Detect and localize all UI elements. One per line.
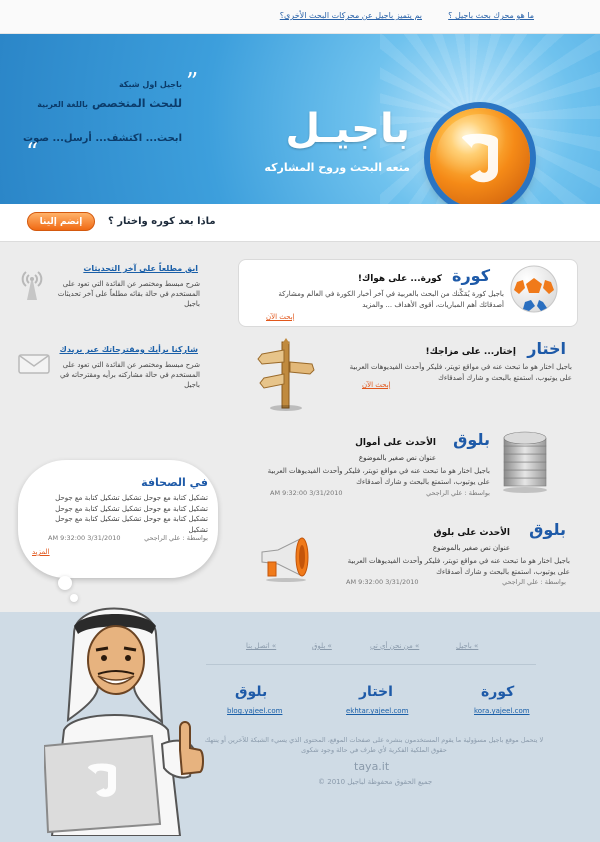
footer-ekhtar-url[interactable]: ekhtar.yajeel.com bbox=[346, 707, 408, 715]
blog2-date: AM 9:32:00 3/31/2010 bbox=[346, 578, 419, 586]
blog1-date: AM 9:32:00 3/31/2010 bbox=[270, 489, 343, 497]
footer-brand: taya.it bbox=[354, 760, 390, 773]
join-button[interactable]: إنضم إلينا bbox=[27, 212, 95, 231]
ekhtar-title: إختار... على مزاجك! bbox=[425, 347, 516, 357]
brand-logo-text: باجيـل bbox=[285, 106, 410, 152]
footer-kora-wordmark: كورة bbox=[481, 684, 515, 700]
kora-title: كورة... على هواك! bbox=[357, 274, 442, 284]
footer-blog-wordmark: بلوق bbox=[235, 684, 268, 700]
footer-kora-url[interactable]: kora.yajeel.com bbox=[474, 707, 530, 715]
blog2-wordmark: بلوق bbox=[529, 520, 566, 539]
brand-globe-icon bbox=[430, 108, 530, 208]
footer-link-blog[interactable]: » بلوق bbox=[312, 642, 332, 650]
blog1-title: الأحدث على أموال bbox=[355, 438, 436, 448]
blog2-subtitle: عنوان نص صغير بالموضوع bbox=[432, 544, 510, 552]
nav-link-distinct[interactable]: بم يتميز باجيل عن محركات البحث الأخرى؟ bbox=[280, 11, 422, 20]
blog2-desc: باجيل اختار هو ما تبحث عنه في مواقع تويت… bbox=[347, 557, 570, 576]
kora-wordmark: كورة bbox=[452, 266, 490, 285]
footer-link-contact[interactable]: » اتصل بنا bbox=[246, 642, 276, 650]
nav-link-what[interactable]: ما هو محرك بحث باجيل ؟ bbox=[448, 11, 534, 20]
ekhtar-search-now-link[interactable]: إبحث الآن bbox=[362, 381, 391, 389]
blog1-desc: باجيل اختار هو ما تبحث عنه في مواقع تويت… bbox=[267, 467, 490, 486]
footer-blog-url[interactable]: blog.yajeel.com bbox=[227, 707, 282, 715]
quote-close-icon: “ bbox=[26, 138, 39, 166]
press-author: بواسطة : علي الراجحي bbox=[144, 534, 208, 542]
whats-next-heading: ماذا بعد كوره واختار ؟ bbox=[108, 216, 216, 227]
quote-open-icon: ” bbox=[186, 68, 199, 96]
megaphone-icon bbox=[256, 534, 316, 582]
hero-slogan: ابحث... اكتشف... أرسل... صوت bbox=[23, 133, 182, 144]
footer-divider bbox=[206, 664, 536, 665]
press-title: في الصحافة bbox=[141, 476, 208, 489]
blog1-author: بواسطة : علي الراجحي bbox=[426, 489, 490, 497]
coins-stack-icon bbox=[500, 428, 550, 494]
bubble-tail-dot-large bbox=[58, 576, 72, 590]
sidebar-link-updates[interactable]: ابق مطلعاً على آخر التحديثات bbox=[83, 264, 198, 273]
footer-link-about[interactable]: » من نحن أي تي bbox=[370, 642, 419, 650]
kora-search-now-link[interactable]: إبحث الآن bbox=[266, 313, 295, 321]
footer-copyright: جميع الحقوق محفوظة لباجيل 2010 © bbox=[318, 778, 433, 786]
hero-tag-big: للبحث المتخصص bbox=[91, 97, 182, 110]
blog1-wordmark: بلوق bbox=[453, 430, 490, 449]
footer-disclaimer: لا يتحمل موقع باجيل مسؤولية ما يقوم المس… bbox=[204, 736, 544, 754]
footer-link-yajeel[interactable]: » باجيل bbox=[456, 642, 478, 650]
broadcast-icon bbox=[18, 266, 46, 302]
blog1-subtitle: عنوان نص صغير بالموضوع bbox=[358, 454, 436, 462]
mail-icon bbox=[18, 352, 50, 376]
press-more-link[interactable]: المزيد bbox=[32, 548, 50, 556]
sidebar-desc-feedback: شرح مبسط ومختصر عن الفائدة التي تعود على… bbox=[59, 361, 200, 390]
blog2-author: بواسطة : علي الراجحي bbox=[502, 578, 566, 586]
mascot-illustration bbox=[44, 600, 214, 836]
press-desc: تشكيل كتابة مع جوحل تشكيل تشكيل كتابة مع… bbox=[55, 494, 208, 534]
signpost-icon bbox=[256, 334, 316, 412]
sidebar-link-feedback[interactable]: شاركنا برأيك ومقترحاتك عبر بريدك bbox=[59, 345, 198, 354]
kora-desc: باجيل كورة يُمَكِّنك من البحث بالعربية ف… bbox=[278, 290, 504, 309]
hero-tag-lang: باللغة العربية bbox=[37, 100, 88, 109]
sidebar-desc-updates: شرح مبسط ومختصر عن الفائدة التي تعود على… bbox=[57, 280, 200, 309]
brand-tagline: متعه البحث وروح المشاركه bbox=[264, 161, 410, 174]
ekhtar-desc: باجيل اختار هو ما تبحث عنه في مواقع تويت… bbox=[349, 363, 572, 382]
hero-tag-small: باجيل اول شبكة bbox=[118, 80, 182, 89]
ekhtar-wordmark: اختار bbox=[527, 339, 566, 358]
blog2-title: الأحدث على بلوق bbox=[433, 528, 510, 538]
press-date: AM 9:32:00 3/31/2010 bbox=[48, 534, 121, 542]
soccer-ball-icon bbox=[509, 264, 559, 314]
footer-ekhtar-wordmark: اختار bbox=[359, 684, 393, 700]
